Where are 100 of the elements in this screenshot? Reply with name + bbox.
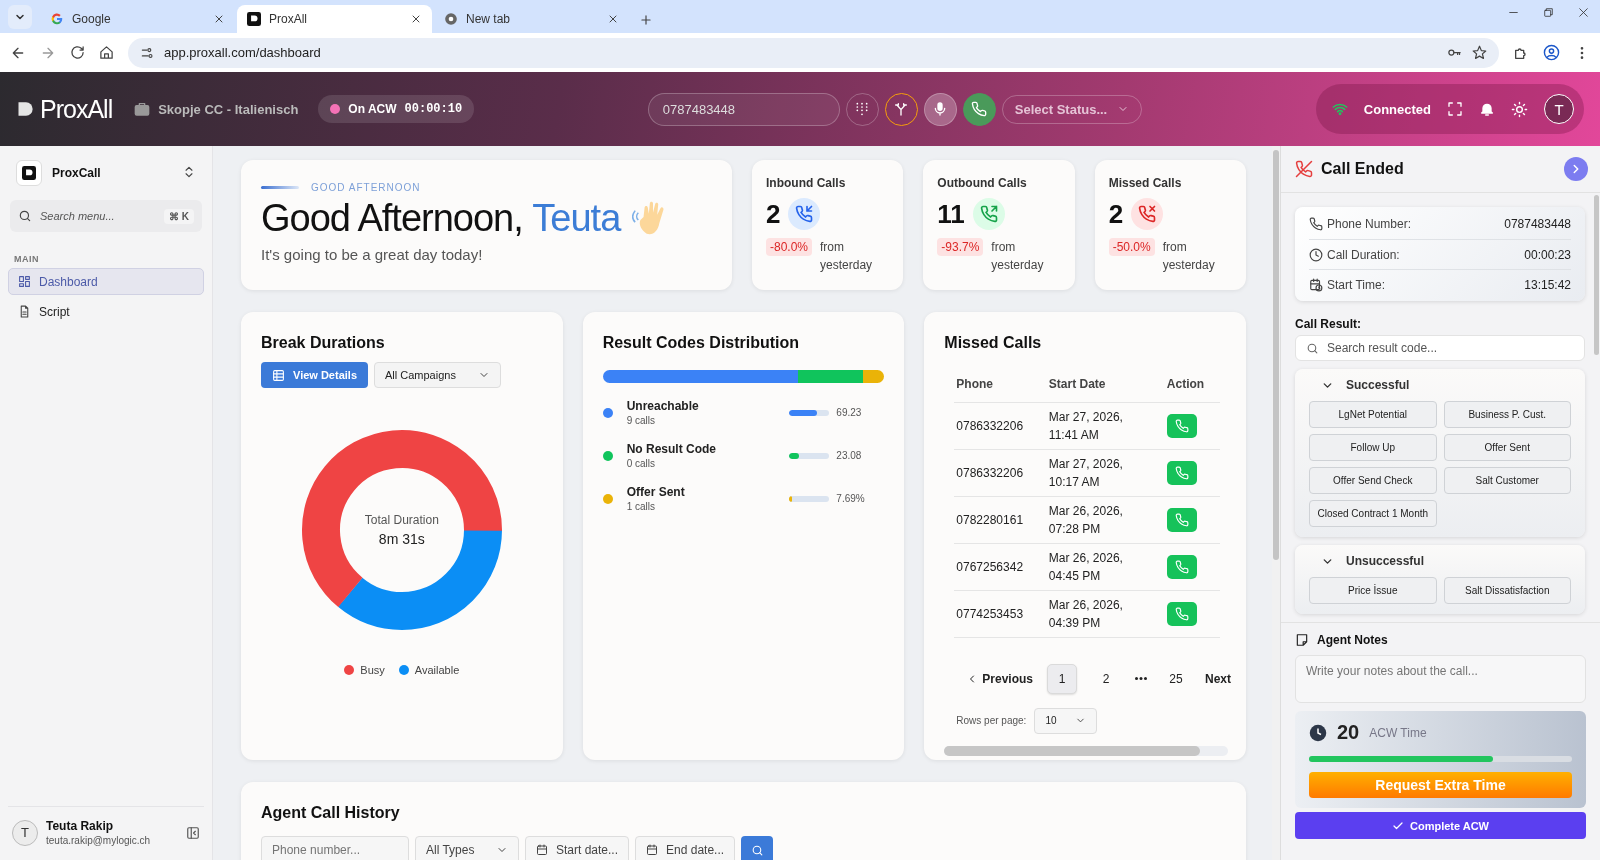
table-cell: Mar 26, 2026, 04:45 PM <box>1046 543 1165 590</box>
result-code-button[interactable]: Follow Up <box>1309 434 1437 461</box>
change-badge: -80.0% <box>766 238 813 256</box>
percent-label: 7.69% <box>836 493 866 504</box>
notes-field[interactable]: Write your notes about the call... <box>1295 655 1586 703</box>
scrollbar-thumb[interactable] <box>944 746 1200 756</box>
result-code-button[interactable]: Salt Dissatisfaction <box>1443 577 1571 604</box>
connection-status: Connected <box>1363 101 1431 117</box>
result-code-button[interactable]: Closed Contract 1 Month <box>1309 500 1437 527</box>
stat-value: 11 <box>937 198 965 230</box>
sidebar-item[interactable]: Dashboard <box>8 268 204 295</box>
browser-tab[interactable]: Google <box>40 5 235 33</box>
collapse-panel-button[interactable] <box>1564 157 1588 181</box>
campaign-dropdown[interactable]: All Campaigns <box>374 362 501 388</box>
column-header: Action <box>1164 366 1220 402</box>
call-back-button[interactable] <box>1166 413 1197 438</box>
clock-icon <box>1309 723 1327 742</box>
greeting-eyebrow: GOOD AFTERNOON <box>311 182 421 193</box>
result-code-count: 1 calls <box>626 501 656 512</box>
start-date-field[interactable]: Start date... <box>525 836 630 860</box>
status-pill: On ACW 00:00:10 <box>318 95 475 123</box>
new-tab-icon <box>639 13 653 27</box>
table-cell: 0786332206 <box>954 449 1047 496</box>
user-avatar[interactable]: T <box>12 819 38 846</box>
site-settings-icon <box>140 45 154 60</box>
mute-button[interactable] <box>923 92 957 126</box>
result-search-field[interactable]: Search result code... <box>1295 335 1585 361</box>
browser-tab[interactable]: New tab <box>434 5 629 33</box>
previous-button[interactable]: Previous <box>966 671 1034 686</box>
result-code-button[interactable]: Offer Send Check <box>1309 467 1437 494</box>
reload-icon <box>70 45 85 60</box>
detail-value: 00:00:23 <box>1524 247 1571 262</box>
stat-note: from yesterday <box>820 239 874 274</box>
call-back-button[interactable] <box>1166 554 1197 579</box>
result-code-button[interactable]: Business P. Cust. <box>1443 401 1571 428</box>
globe-icon <box>444 12 458 26</box>
table-cell: 0767256342 <box>954 543 1047 590</box>
document-icon <box>18 305 31 318</box>
search-button[interactable] <box>741 836 774 860</box>
phone-icon <box>971 101 988 117</box>
group-toggle[interactable]: Unsuccessful <box>1309 551 1431 571</box>
tab-list-button[interactable] <box>8 5 32 29</box>
search-icon <box>750 843 764 857</box>
search-icon <box>1306 341 1319 355</box>
page-button[interactable]: 25 <box>1161 663 1192 694</box>
user-avatar[interactable]: T <box>1544 94 1574 124</box>
fullscreen-icon <box>1447 101 1463 117</box>
app-logo-icon <box>247 12 261 26</box>
complete-acw-button[interactable]: Complete ACW <box>1295 812 1586 839</box>
chart-center-label: Total Duration <box>364 513 439 527</box>
result-code-name: Unreachable <box>626 399 700 413</box>
percent-label: 69.23 <box>836 407 863 418</box>
result-code-button[interactable]: Salt Customer <box>1443 467 1571 494</box>
greeting-subtitle: It's going to be a great day today! <box>261 246 484 263</box>
detail-label: Call Duration: <box>1327 247 1400 262</box>
change-badge: -93.7% <box>937 238 984 256</box>
legend-label: Busy <box>360 664 385 676</box>
next-button[interactable]: Next <box>1205 671 1232 686</box>
call-back-button[interactable] <box>1166 460 1197 485</box>
view-details-button[interactable]: View Details <box>261 362 368 388</box>
result-code-button[interactable]: LgNet Potential <box>1309 401 1437 428</box>
calendar-icon <box>646 844 659 856</box>
home-icon <box>99 45 114 60</box>
page-button[interactable]: 2 <box>1091 663 1122 694</box>
end-date-field[interactable]: End date... <box>635 836 736 860</box>
stat-note: from yesterday <box>1162 239 1216 274</box>
scrollbar-thumb[interactable] <box>1273 150 1279 560</box>
rows-per-page-select[interactable]: 10 <box>1034 707 1097 734</box>
ellipsis-icon <box>1135 677 1148 680</box>
chart-center-value: 8m 31s <box>378 531 425 547</box>
rows-per-page-label: Rows per page: <box>956 715 1027 726</box>
call-button[interactable] <box>962 92 996 126</box>
notes-title: Agent Notes <box>1317 633 1388 647</box>
group-toggle[interactable]: Successful <box>1309 375 1416 395</box>
call-back-button[interactable] <box>1166 601 1197 626</box>
browser-tab[interactable]: ProxAll <box>237 5 432 33</box>
panel-title: Call Ended <box>1321 160 1404 178</box>
sidebar-item[interactable]: Script <box>8 298 204 325</box>
phone-filter-field[interactable]: Phone number... <box>261 836 409 860</box>
logo-icon <box>16 99 36 119</box>
column-header: Phone <box>954 366 1047 402</box>
app-name: ProxCall <box>52 166 101 180</box>
result-code-button[interactable]: Offer Sent <box>1443 434 1571 461</box>
workspace-name: Skopje CC - Italienisch <box>158 101 299 117</box>
section-label: MAIN <box>14 254 40 264</box>
scrollbar-thumb[interactable] <box>1594 195 1599 355</box>
result-code-button[interactable]: Price İssue <box>1309 577 1437 604</box>
table-cell: Mar 26, 2026, 07:28 PM <box>1046 496 1165 543</box>
sun-icon <box>1511 100 1528 118</box>
call-back-button[interactable] <box>1166 507 1197 532</box>
stat-title: Inbound Calls <box>766 176 847 190</box>
search-field[interactable]: Search menu... ⌘ K <box>10 200 202 232</box>
close-icon <box>607 13 619 25</box>
address-bar[interactable]: app.proxall.com/dashboard <box>128 37 1499 68</box>
type-dropdown[interactable]: All Types <box>415 836 519 860</box>
star-icon <box>1472 45 1487 60</box>
stat-value: 2 <box>766 198 781 230</box>
page-button[interactable]: 1 <box>1047 663 1078 694</box>
user-email: teuta.rakip@mylogic.ch <box>46 835 152 846</box>
phone-incoming-icon <box>788 198 821 230</box>
